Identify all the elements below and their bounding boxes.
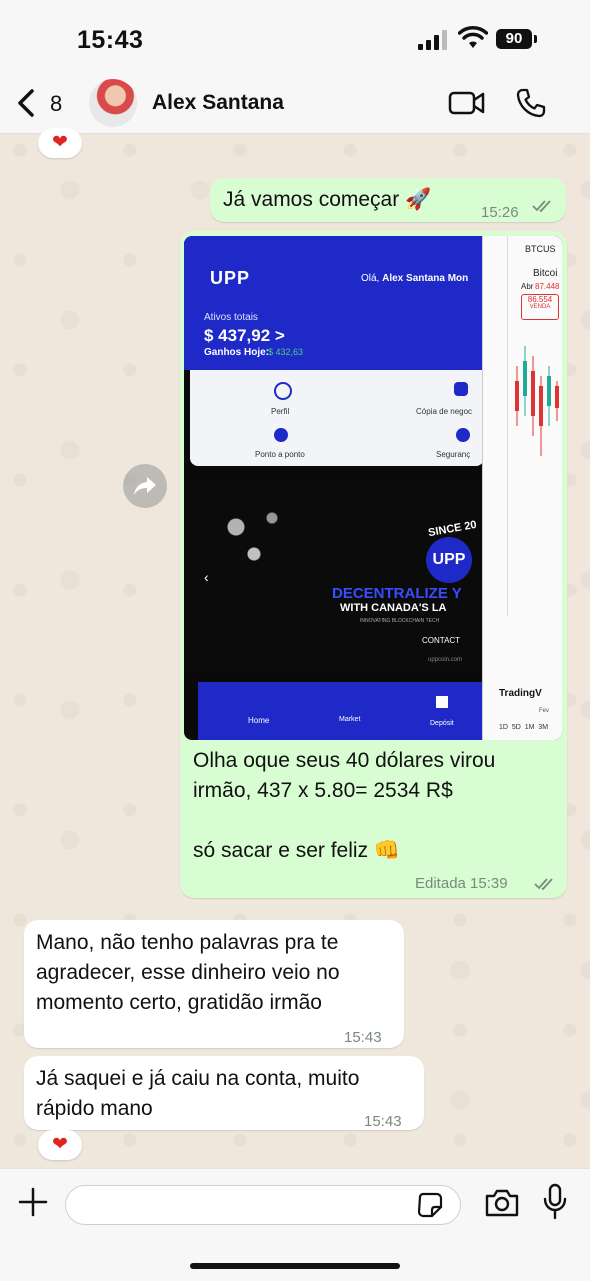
contact-name[interactable]: Alex Santana [152,91,284,115]
trading-chart-panel: BTCUS Bitcoi Abr 87.448 86.554 VENDA Tra… [482,236,562,740]
banner-site: uppcoin.com [428,657,463,663]
security-icon [456,428,470,442]
banner-title: DECENTRALIZE Y [332,585,462,602]
gains-value: $ 432,63 [268,347,304,357]
sell-price: 86.554 [527,295,553,304]
gains-label: Ganhos Hoje: [204,347,270,358]
assets-value: $ 437,92 > [204,326,285,345]
caption-line: só sacar e ser feliz 👊 [193,839,401,862]
camera-icon[interactable] [484,1187,520,1219]
menu-item-copy: Cópia de negoc [416,407,473,416]
banner-contact: CONTACT [422,636,461,645]
nav-home[interactable]: Home [248,716,269,725]
forward-icon [134,477,156,495]
chart-price: 87.448 [535,282,560,291]
battery-icon: 90 [496,29,537,49]
app-bottom-nav: Home Market Depósit [198,682,488,740]
deposit-icon [436,696,448,708]
outgoing-message[interactable]: Já vamos começar 🚀 15:26 [210,178,566,222]
message-line: momento certo, gratidão irmão [36,991,322,1014]
promo-banner: ‹ SINCE 20 UPP DECENTRALIZE Y WITH CANAD… [190,481,484,671]
message-line: agradecer, esse dinheiro veio no [36,961,340,984]
banner-subtitle: WITH CANADA'S LA [340,602,447,614]
heart-reaction[interactable]: ❤ [38,1130,82,1160]
phone-call-icon[interactable] [515,87,547,119]
message-time: 15:26 [481,204,519,221]
status-time: 15:43 [77,26,144,54]
video-call-icon[interactable] [448,89,486,117]
tradingview-brand: TradingV [499,688,542,699]
chart-month: Fev [539,708,550,714]
profile-icon [274,382,292,400]
paint-splash [200,491,320,581]
chart-price-label: Abr [521,282,534,291]
read-receipt-icon [532,200,551,213]
p2p-icon [274,428,288,442]
banner-prev-arrow[interactable]: ‹ [204,569,209,585]
heart-icon: ❤ [52,1134,68,1155]
message-text: Já saquei e já caiu na conta, muito rápi… [36,1064,359,1124]
upp-logo: UPP [210,268,251,288]
contact-avatar[interactable] [89,79,137,127]
app-header-panel: UPP Olá, Alex Santana Mon Ativos totais … [184,236,484,370]
sell-label: VENDA [529,304,551,310]
shared-screenshot-image[interactable]: UPP Olá, Alex Santana Mon Ativos totais … [184,236,562,740]
caption-line: irmão, 437 x 5.80= 2534 R$ [193,779,453,802]
message-line: Já saquei e já caiu na conta, muito [36,1067,360,1090]
heart-reaction[interactable]: ❤ [38,128,82,158]
banner-logo-circle: UPP [426,537,472,583]
bot-icon [454,382,468,396]
sticker-icon[interactable] [416,1191,444,1219]
image-caption: Olha oque seus 40 dólares virou irmão, 4… [193,746,495,866]
chart-toolbar [483,236,508,616]
menu-item-security: Seguranç [436,450,471,459]
unread-count[interactable]: 8 [50,91,62,117]
message-line: Mano, não tenho palavras pra te [36,931,339,954]
chart-ranges: 1D 5D 1M 3M [499,724,549,731]
assets-label: Ativos totais [204,312,258,323]
wifi-icon [458,26,488,48]
greeting-text: Olá, Alex Santana Mon [361,273,469,284]
chart-symbol: BTCUS [525,244,556,254]
chart-coin: Bitcoi [533,268,558,279]
candlestick-chart [515,346,559,456]
status-bar: 15:43 90 [0,0,590,75]
back-chevron-icon[interactable] [14,87,42,119]
message-line: rápido mano [36,1097,153,1120]
sell-box: 86.554 VENDA [521,294,559,320]
forward-button[interactable] [123,464,167,508]
plus-icon[interactable] [18,1187,48,1217]
message-time: 15:43 [344,1029,382,1046]
message-time: Editada 15:39 [415,875,508,892]
menu-item-perfil: Perfil [271,407,290,416]
message-text: Já vamos começar 🚀 [223,188,432,211]
menu-item-p2p: Ponto a ponto [255,450,305,459]
banner-since: SINCE 20 [427,518,478,540]
banner-small-text: INNOVATING BLOCKCHAIN TECH [360,618,440,624]
read-receipt-icon [534,878,553,891]
incoming-message[interactable]: Já saquei e já caiu na conta, muito rápi… [24,1056,424,1130]
heart-icon: ❤ [52,132,68,153]
chat-header: 8 Alex Santana [0,75,590,134]
caption-line: Olha oque seus 40 dólares virou [193,749,496,772]
nav-market[interactable]: Market [339,716,360,723]
app-menu-card: Perfil Cópia de negoc Ponto a ponto Segu… [190,370,484,466]
message-input[interactable] [65,1185,461,1225]
home-indicator[interactable] [190,1263,400,1269]
cellular-signal-icon [418,30,448,50]
microphone-icon[interactable] [542,1183,568,1221]
incoming-message[interactable]: Mano, não tenho palavras pra te agradece… [24,920,404,1048]
message-time: 15:43 [364,1113,402,1130]
message-text: Mano, não tenho palavras pra te agradece… [36,928,340,1018]
nav-deposit[interactable]: Depósit [430,720,454,727]
